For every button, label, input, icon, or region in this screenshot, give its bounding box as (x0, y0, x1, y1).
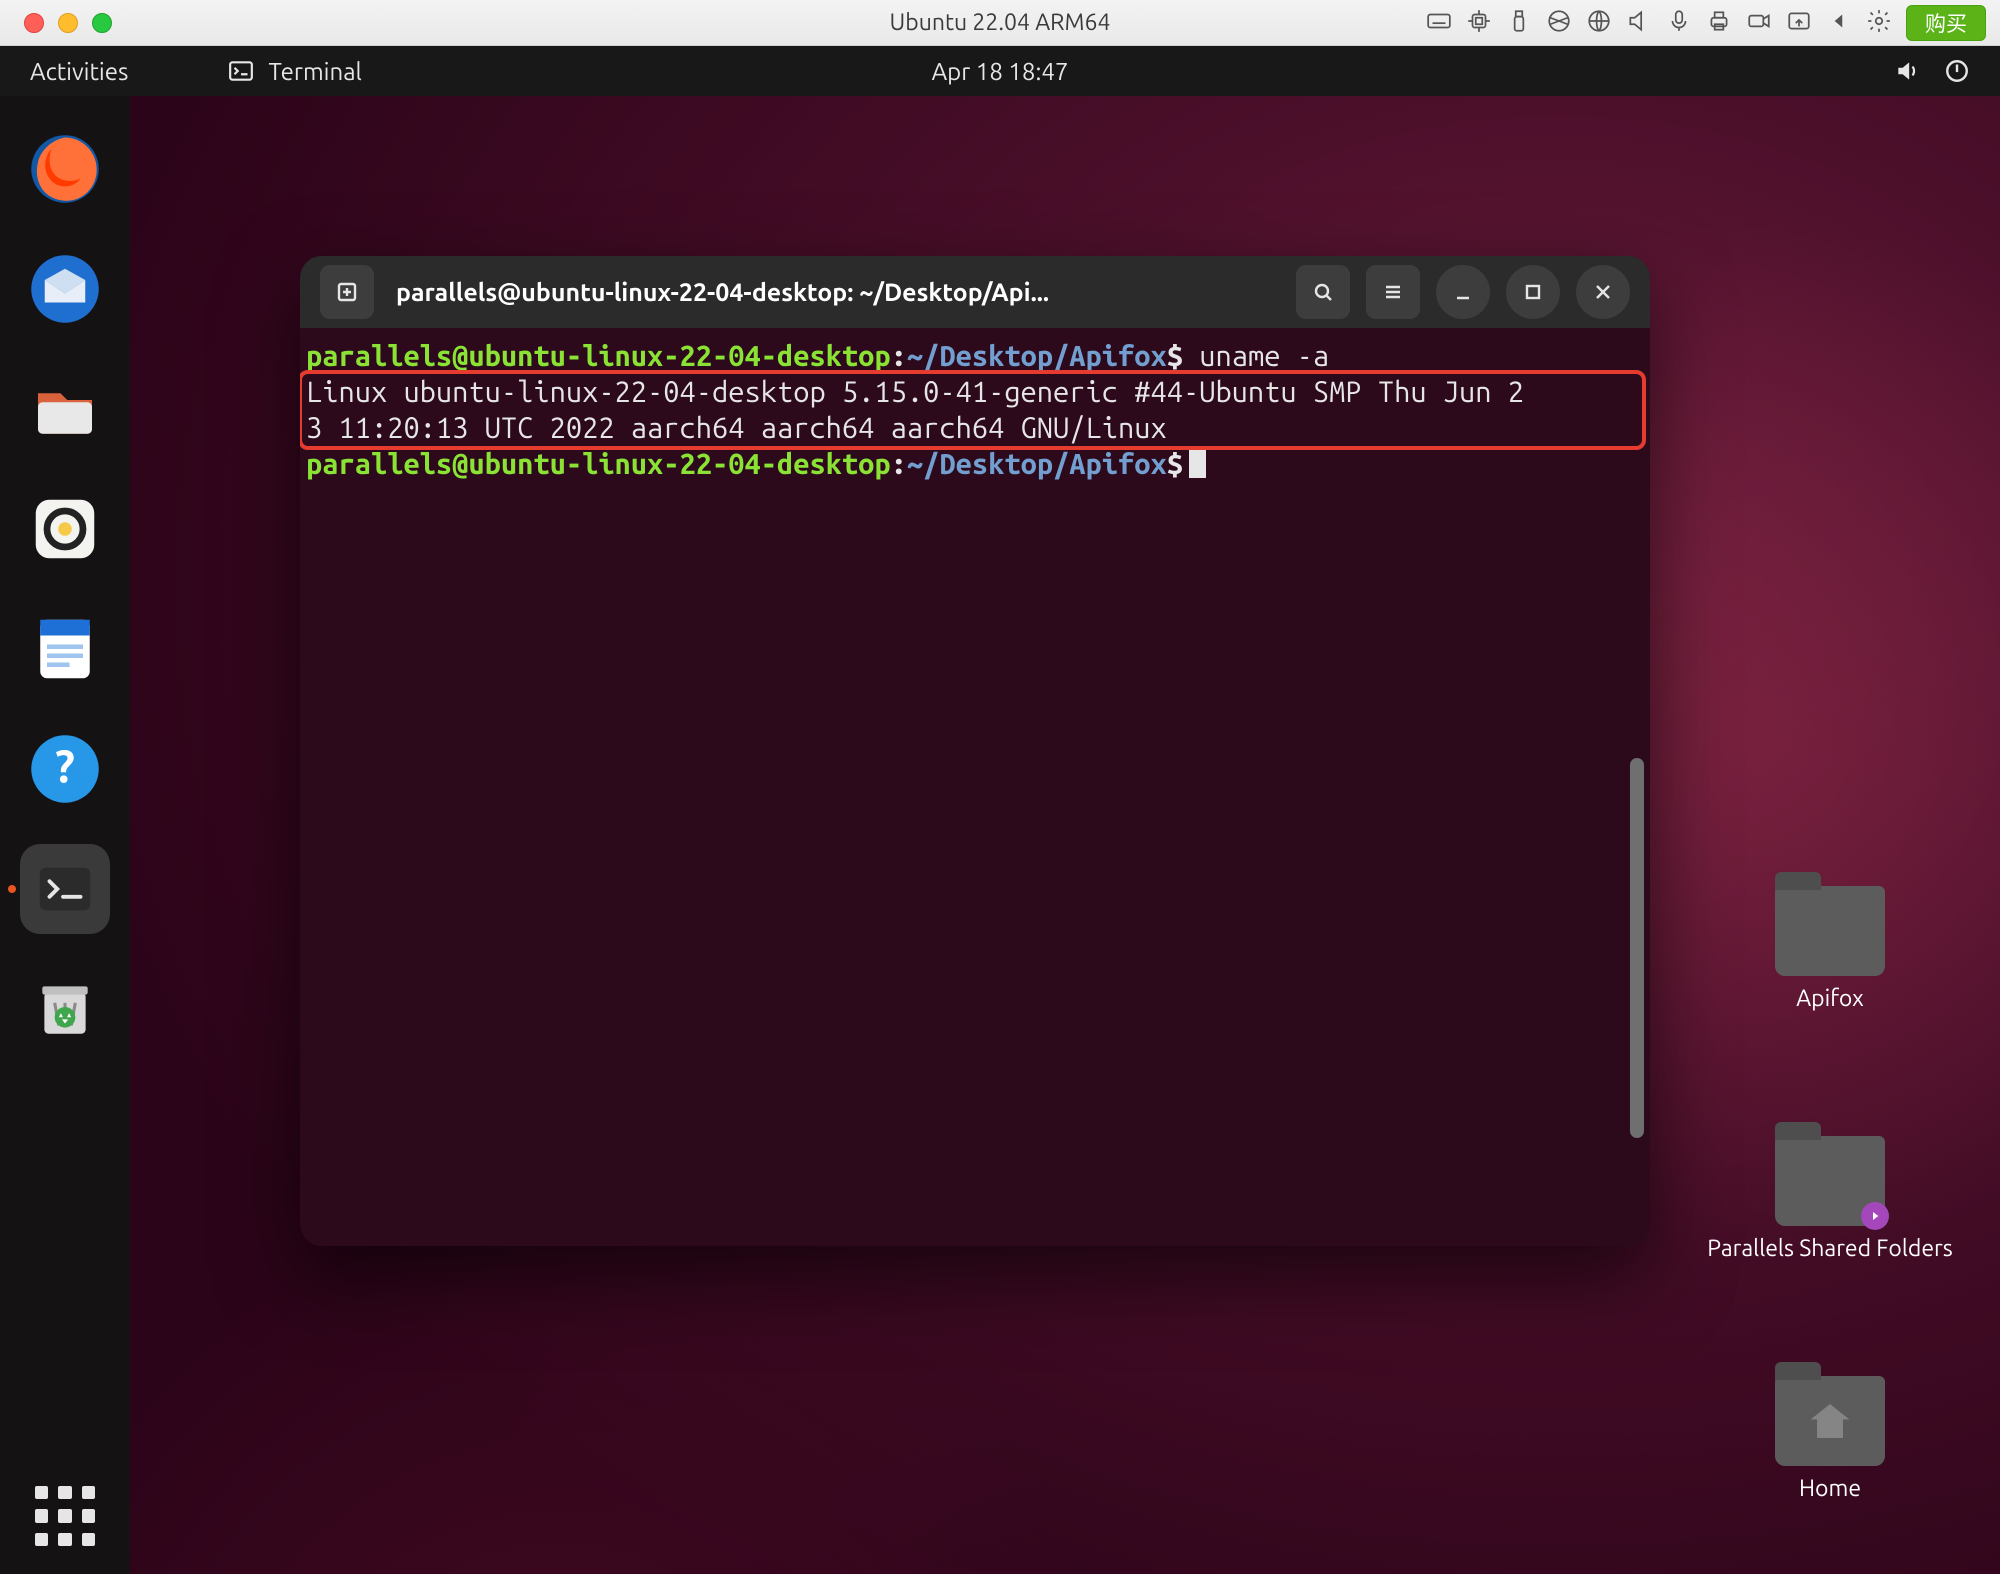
macos-titlebar: Ubuntu 22.04 ARM64 购买 (0, 0, 2000, 46)
printer-icon[interactable] (1706, 8, 1732, 38)
folder-icon (1775, 1136, 1885, 1226)
close-button[interactable] (1576, 265, 1630, 319)
camera-icon[interactable] (1746, 8, 1772, 38)
ubuntu-vm: Activities Terminal Apr 18 18:47 (0, 46, 2000, 1574)
globe-icon[interactable] (1586, 8, 1612, 38)
desktop-icon-label: Home (1720, 1476, 1940, 1501)
dock-rhythmbox[interactable] (20, 484, 110, 574)
output-line: 3 11:20:13 UTC 2022 aarch64 aarch64 aarc… (306, 412, 1167, 444)
svg-text:?: ? (55, 741, 75, 792)
close-window-button[interactable] (24, 13, 44, 33)
usb-icon[interactable] (1506, 8, 1532, 38)
minimize-window-button[interactable] (58, 13, 78, 33)
system-tray[interactable] (1894, 58, 1970, 84)
maximize-button[interactable] (1506, 265, 1560, 319)
current-app-name: Terminal (268, 58, 361, 85)
terminal-window: parallels@ubuntu-linux-22-04-desktop: ~/… (300, 256, 1650, 1246)
back-caret-icon[interactable] (1826, 8, 1852, 38)
dock-firefox[interactable] (20, 124, 110, 214)
gnome-top-bar: Activities Terminal Apr 18 18:47 (0, 46, 2000, 96)
desktop-icon-home[interactable]: Home (1720, 1376, 1940, 1501)
network-adapter-icon[interactable] (1546, 8, 1572, 38)
new-tab-button[interactable] (320, 265, 374, 319)
desktop-wallpaper: ? Apifox (0, 96, 2000, 1574)
window-traffic-lights (24, 13, 112, 33)
search-button[interactable] (1296, 265, 1350, 319)
volume-icon[interactable] (1894, 58, 1920, 84)
settings-gear-icon[interactable] (1866, 8, 1892, 38)
folder-icon (1775, 886, 1885, 976)
share-icon[interactable] (1786, 8, 1812, 38)
desktop-icon-parallels-shared[interactable]: Parallels Shared Folders (1690, 1136, 1970, 1261)
prompt-path: ~/Desktop/Apifox (907, 340, 1167, 372)
dock-libreoffice-writer[interactable] (20, 604, 110, 694)
ubuntu-dock: ? (0, 96, 130, 1574)
running-indicator-icon (8, 885, 16, 893)
parallels-toolbar: 购买 (1426, 5, 1986, 41)
activities-button[interactable]: Activities (30, 58, 128, 85)
microphone-icon[interactable] (1666, 8, 1692, 38)
hamburger-menu-button[interactable] (1366, 265, 1420, 319)
dock-thunderbird[interactable] (20, 244, 110, 334)
prompt-user: parallels@ubuntu-linux-22-04-desktop (306, 448, 891, 480)
minimize-button[interactable] (1436, 265, 1490, 319)
cursor-icon (1189, 448, 1206, 478)
clock[interactable]: Apr 18 18:47 (932, 58, 1069, 85)
dock-files[interactable] (20, 364, 110, 454)
prompt-user: parallels@ubuntu-linux-22-04-desktop (306, 340, 891, 372)
power-icon[interactable] (1944, 58, 1970, 84)
desktop-icon-label: Apifox (1720, 986, 1940, 1011)
cpu-icon[interactable] (1466, 8, 1492, 38)
host-window-title: Ubuntu 22.04 ARM64 (890, 10, 1111, 35)
desktop-icon-apifox[interactable]: Apifox (1720, 886, 1940, 1011)
output-line: Linux ubuntu-linux-22-04-desktop 5.15.0-… (306, 376, 1524, 408)
scrollbar[interactable] (1630, 758, 1644, 1138)
shared-badge-icon (1861, 1202, 1889, 1230)
keyboard-icon[interactable] (1426, 8, 1452, 38)
buy-button[interactable]: 购买 (1906, 5, 1986, 41)
terminal-body[interactable]: parallels@ubuntu-linux-22-04-desktop:~/D… (300, 328, 1650, 1246)
sound-icon[interactable] (1626, 8, 1652, 38)
dock-trash[interactable] (20, 964, 110, 1054)
fullscreen-window-button[interactable] (92, 13, 112, 33)
dock-help[interactable]: ? (20, 724, 110, 814)
prompt-path: ~/Desktop/Apifox (907, 448, 1167, 480)
desktop-icon-label: Parallels Shared Folders (1690, 1236, 1970, 1261)
command-text: uname -a (1199, 340, 1329, 372)
show-applications-button[interactable] (35, 1486, 95, 1546)
home-folder-icon (1775, 1376, 1885, 1466)
current-app-indicator[interactable]: Terminal (228, 58, 361, 85)
terminal-app-icon (228, 58, 254, 84)
terminal-window-title: parallels@ubuntu-linux-22-04-desktop: ~/… (396, 278, 1049, 306)
dock-terminal[interactable] (20, 844, 110, 934)
terminal-titlebar: parallels@ubuntu-linux-22-04-desktop: ~/… (300, 256, 1650, 328)
